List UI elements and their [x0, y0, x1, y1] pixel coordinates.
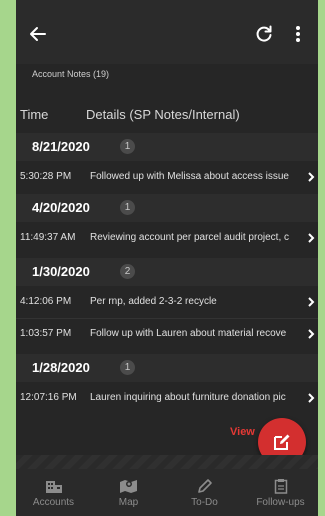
chevron-right-icon — [308, 393, 315, 403]
date-group-header[interactable]: 4/20/2020 1 — [16, 194, 318, 222]
nav-accounts[interactable]: Accounts — [16, 469, 91, 516]
nav-map[interactable]: Map — [91, 469, 166, 516]
more-vertical-icon — [296, 26, 300, 42]
group-date: 1/30/2020 — [32, 264, 90, 279]
edit-icon — [274, 434, 290, 450]
fab-view-label[interactable]: View — [230, 426, 255, 438]
refresh-icon — [256, 25, 272, 42]
note-row[interactable]: 4:12:06 PM Per rnp, added 2-3-2 recycle — [16, 287, 318, 317]
account-notes-title: Account Notes (19) — [32, 69, 110, 79]
date-group-header[interactable]: 8/21/2020 1 — [16, 133, 318, 161]
chevron-right-icon — [308, 233, 315, 243]
date-group-header[interactable]: 1/28/2020 1 — [16, 354, 318, 382]
building-icon — [45, 480, 62, 493]
note-time: 11:49:37 AM — [20, 232, 76, 243]
chevron-right-icon — [308, 329, 315, 339]
nav-follow-ups[interactable]: Follow-ups — [243, 469, 318, 516]
arrow-left-icon — [30, 27, 46, 41]
clipboard-icon — [274, 478, 287, 494]
nav-todo[interactable]: To-Do — [167, 469, 242, 516]
top-app-bar — [16, 0, 318, 64]
nav-label: Map — [118, 496, 139, 508]
group-count-badge: 1 — [120, 200, 135, 215]
nav-label: Follow-ups — [256, 496, 305, 508]
group-date: 8/21/2020 — [32, 139, 90, 154]
note-text: Follow up with Lauren about material rec… — [90, 328, 287, 339]
bottom-navigation: Accounts Map To-Do Follow-ups — [16, 469, 318, 516]
refresh-button[interactable] — [248, 18, 280, 50]
group-count-badge: 1 — [120, 139, 135, 154]
note-row[interactable]: 5:30:28 PM Followed up with Melissa abou… — [16, 162, 318, 192]
map-icon — [119, 479, 137, 493]
note-time: 12:07:16 PM — [20, 392, 77, 403]
note-text: Lauren inquiring about furniture donatio… — [90, 392, 286, 403]
note-time: 4:12:06 PM — [20, 296, 72, 307]
note-text: Per rnp, added 2-3-2 recycle — [90, 296, 217, 307]
group-date: 4/20/2020 — [32, 200, 90, 215]
group-date: 1/28/2020 — [32, 360, 90, 375]
note-time: 1:03:57 PM — [20, 328, 72, 339]
column-header-time: Time — [20, 107, 49, 122]
date-group-header[interactable]: 1/30/2020 2 — [16, 258, 318, 286]
note-time: 5:30:28 PM — [20, 171, 72, 182]
back-button[interactable] — [22, 18, 54, 50]
app-screen: Account Notes (19) Time Details (SP Note… — [16, 0, 318, 516]
decorative-band — [16, 455, 318, 469]
nav-label: Accounts — [32, 496, 75, 508]
note-row[interactable]: 12:07:16 PM Lauren inquiring about furni… — [16, 383, 318, 413]
group-count-badge: 1 — [120, 360, 135, 375]
pencil-icon — [197, 478, 212, 493]
note-text: Followed up with Melissa about access is… — [90, 171, 289, 182]
column-header-details: Details (SP Notes/Internal) — [86, 107, 240, 122]
note-row[interactable]: 11:49:37 AM Reviewing account per parcel… — [16, 223, 318, 253]
chevron-right-icon — [308, 172, 315, 182]
note-row[interactable]: 1:03:57 PM Follow up with Lauren about m… — [16, 319, 318, 349]
nav-label: To-Do — [191, 496, 218, 508]
note-text: Reviewing account per parcel audit proje… — [90, 232, 289, 243]
group-count-badge: 2 — [120, 264, 135, 279]
column-header-row: Time Details (SP Notes/Internal) — [16, 98, 318, 132]
more-options-button[interactable] — [286, 18, 310, 50]
chevron-right-icon — [308, 297, 315, 307]
